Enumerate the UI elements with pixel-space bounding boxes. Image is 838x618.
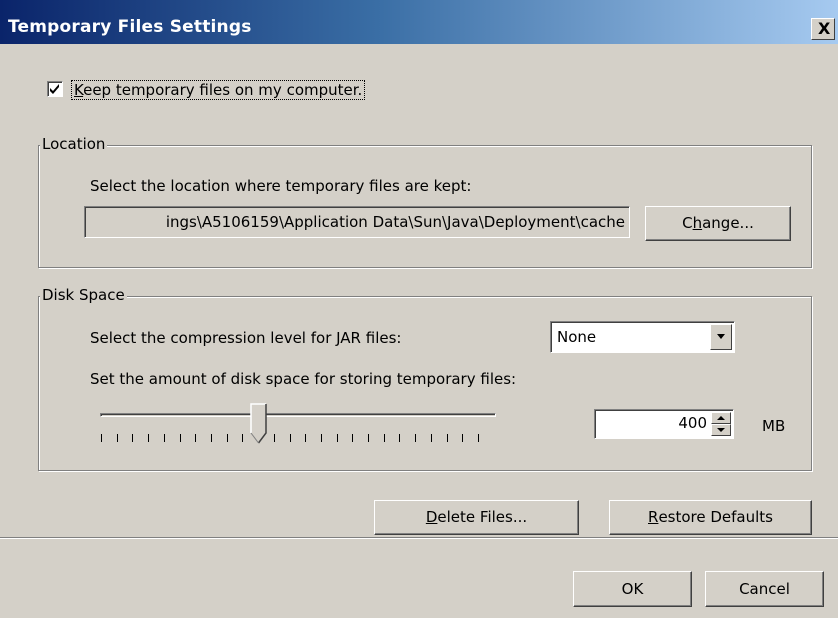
title-bar[interactable]: Temporary Files Settings X	[0, 0, 838, 44]
compression-label: Select the compression level for JAR fil…	[90, 329, 402, 347]
compression-value: None	[557, 328, 597, 346]
cancel-button[interactable]: Cancel	[705, 571, 824, 607]
compression-select[interactable]: None	[550, 321, 735, 353]
change-button[interactable]: Change...	[645, 206, 791, 241]
ok-button[interactable]: OK	[573, 571, 692, 607]
footer-separator	[0, 537, 838, 539]
disk-space-spinner[interactable]: 400	[594, 409, 734, 439]
disk-space-slider-thumb[interactable]	[250, 403, 268, 445]
window-title: Temporary Files Settings	[8, 17, 252, 37]
close-button[interactable]: X	[811, 18, 835, 40]
checkmark-icon	[50, 84, 59, 94]
disk-space-unit: MB	[762, 417, 786, 435]
compression-dropdown-button[interactable]	[710, 324, 732, 350]
close-icon: X	[818, 19, 831, 38]
arrow-up-icon	[717, 416, 725, 420]
disk-space-value: 400	[678, 414, 707, 432]
delete-files-button[interactable]: Delete Files...	[374, 500, 579, 535]
disk-amount-label: Set the amount of disk space for storing…	[90, 370, 517, 388]
spin-down-button[interactable]	[711, 424, 731, 436]
chevron-down-icon	[717, 334, 725, 339]
restore-defaults-button[interactable]: Restore Defaults	[609, 500, 812, 535]
spin-up-button[interactable]	[711, 412, 731, 424]
disk-space-slider-track[interactable]	[100, 413, 496, 417]
dialog-window: Temporary Files Settings X Keep temporar…	[0, 0, 838, 618]
cache-path-value: ings\A5106159\Application Data\Sun\Java\…	[165, 213, 625, 231]
keep-files-checkbox[interactable]	[47, 81, 63, 97]
cache-path-field[interactable]: ings\A5106159\Application Data\Sun\Java\…	[84, 206, 630, 238]
keep-files-label[interactable]: Keep temporary files on my computer.	[71, 80, 366, 100]
arrow-down-icon	[717, 428, 725, 432]
location-group-title: Location	[40, 135, 108, 153]
disk-space-group-title: Disk Space	[40, 286, 127, 304]
location-description: Select the location where temporary file…	[90, 177, 472, 195]
